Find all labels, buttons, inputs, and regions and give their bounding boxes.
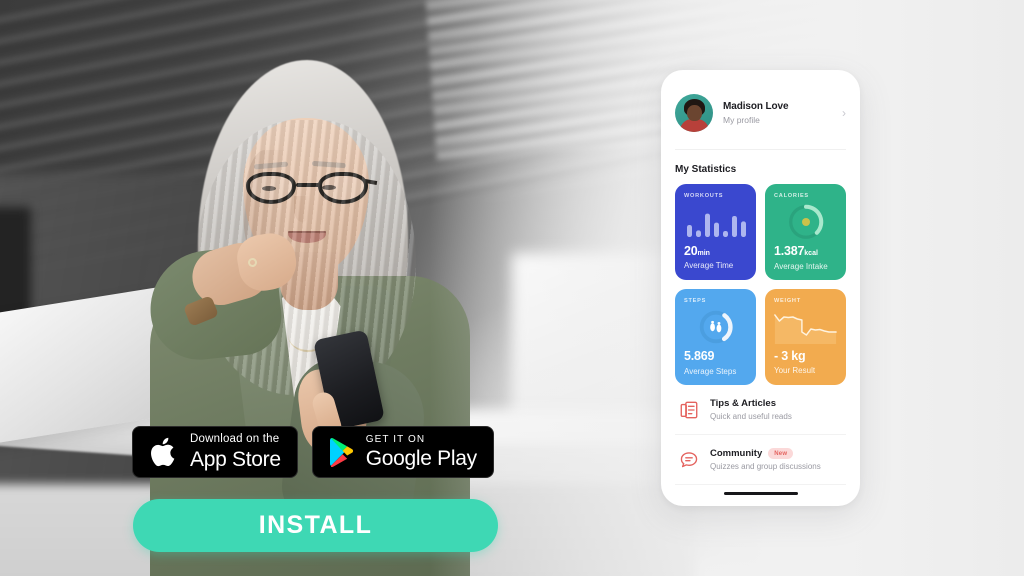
new-badge: New xyxy=(768,448,794,459)
tips-articles-text: Tips & Articles Quick and useful reads xyxy=(710,398,842,421)
weight-description: Your Result xyxy=(774,366,816,375)
background-photo xyxy=(0,0,1024,576)
weight-line-chart xyxy=(774,304,837,350)
community-title: Community New xyxy=(710,448,842,459)
ring-gauge-icon xyxy=(788,204,823,239)
bar-chart-icon xyxy=(686,213,746,237)
profile-row[interactable]: Madison Love My profile › xyxy=(675,70,846,150)
tips-articles-title: Tips & Articles xyxy=(710,398,776,409)
avatar xyxy=(675,94,713,132)
workouts-bar-chart xyxy=(684,199,747,245)
app-store-bottom-line: App Store xyxy=(190,447,281,471)
statistics-section-title: My Statistics xyxy=(675,164,737,175)
google-play-badge[interactable]: GET IT ON Google Play xyxy=(311,426,494,478)
google-play-icon xyxy=(329,437,353,467)
apple-logo-icon xyxy=(151,437,175,467)
stat-card-steps[interactable]: STEPS 5.869 Average Steps xyxy=(675,289,756,385)
community-subtitle: Quizzes and group discussions xyxy=(710,462,821,471)
list-item-community[interactable]: Community New Quizzes and group discussi… xyxy=(675,435,846,485)
google-play-top-line: GET IT ON xyxy=(365,434,426,445)
google-play-bottom-line: Google Play xyxy=(365,447,477,470)
workouts-description: Average Time xyxy=(684,261,734,270)
list-item-tips-articles[interactable]: Tips & Articles Quick and useful reads xyxy=(675,385,846,435)
stat-card-workouts[interactable]: WORKOUTS 20min Average Time xyxy=(675,184,756,280)
avatar-face xyxy=(687,105,702,121)
profile-name: Madison Love xyxy=(723,101,789,112)
statistics-grid: WORKOUTS 20min Average Time CALORIES 1.3… xyxy=(675,184,846,385)
store-badges: Download on the App Store GET IT ON Goog… xyxy=(132,426,494,478)
profile-subtitle: My profile xyxy=(723,115,760,125)
steps-ring-gauge xyxy=(684,304,747,350)
app-store-text: Download on the App Store xyxy=(190,434,281,470)
community-text: Community New Quizzes and group discussi… xyxy=(710,448,842,471)
install-button[interactable]: INSTALL xyxy=(133,499,498,552)
app-screen-panel: Madison Love My profile › My Statistics … xyxy=(661,70,860,506)
finger-ring xyxy=(248,258,257,267)
google-play-text: GET IT ON Google Play xyxy=(365,434,477,470)
ring-footprints-icon xyxy=(699,310,733,344)
line-chart-icon xyxy=(774,313,837,344)
home-indicator xyxy=(723,491,798,495)
calories-description: Average Intake xyxy=(774,261,828,271)
app-store-top-line: Download on the xyxy=(190,433,280,446)
weight-value: - 3 kg xyxy=(774,348,806,363)
app-store-badge[interactable]: Download on the App Store xyxy=(132,426,298,478)
chevron-right-icon[interactable]: › xyxy=(842,106,846,120)
steps-value: 5.869 xyxy=(684,349,715,363)
article-document-icon xyxy=(680,401,698,418)
steps-description: Average Steps xyxy=(684,366,737,376)
calories-value: 1.387kcal xyxy=(774,244,818,258)
profile-text: Madison Love My profile xyxy=(723,101,832,125)
chat-bubble-icon xyxy=(680,451,698,467)
workouts-value: 20min xyxy=(684,243,710,258)
tips-articles-subtitle: Quick and useful reads xyxy=(710,412,792,421)
person-photo xyxy=(0,0,560,576)
calories-ring-gauge xyxy=(774,199,837,245)
stat-card-calories[interactable]: CALORIES 1.387kcal Average Intake xyxy=(765,184,846,280)
stat-card-weight[interactable]: WEIGHT - 3 kg Your Result xyxy=(765,289,846,385)
promo-banner: Download on the App Store GET IT ON Goog… xyxy=(0,0,1024,576)
